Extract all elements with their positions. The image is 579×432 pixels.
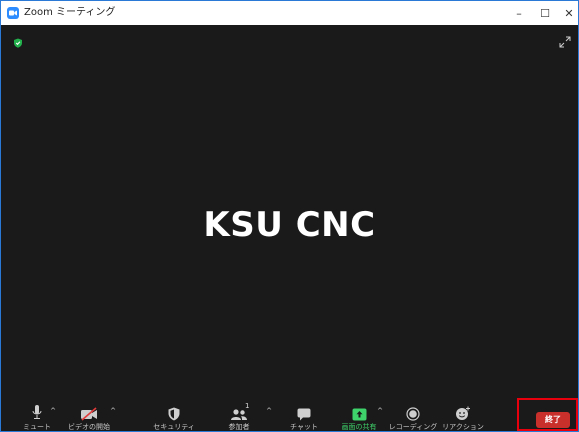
security-button[interactable]: セキュリティ — [153, 397, 195, 431]
share-screen-label: 画面の共有 — [341, 423, 377, 431]
video-area: KSU CNC — [1, 25, 578, 397]
chat-bubble-icon — [293, 404, 315, 421]
participants-options-caret[interactable]: ^ — [265, 407, 273, 415]
shield-check-icon[interactable] — [13, 33, 23, 48]
fullscreen-icon[interactable] — [559, 33, 571, 48]
start-video-label: ビデオの開始 — [68, 423, 110, 431]
reaction-button[interactable]: リアクション — [441, 397, 485, 431]
zoom-app-icon — [7, 7, 19, 19]
chat-button[interactable]: チャット — [287, 397, 321, 431]
participants-label: 参加者 — [228, 423, 250, 431]
meeting-toolbar: ミュート ^ ビデオの開始 ^ セキュリティ 1 参加者 ^ チャット 画面の共… — [1, 397, 578, 431]
maximize-button[interactable]: ☐ — [532, 1, 558, 25]
chat-label: チャット — [290, 423, 318, 431]
end-button-highlight: 終了 — [517, 398, 578, 431]
window-title: Zoom ミーティング — [24, 7, 116, 18]
record-label: レコーディング — [388, 423, 438, 431]
security-label: セキュリティ — [153, 423, 195, 431]
share-screen-button[interactable]: 画面の共有 — [339, 397, 379, 431]
share-options-caret[interactable]: ^ — [376, 407, 384, 415]
end-meeting-button[interactable]: 終了 — [536, 412, 570, 428]
share-screen-icon — [348, 404, 370, 421]
video-options-caret[interactable]: ^ — [109, 407, 117, 415]
reaction-label: リアクション — [442, 423, 484, 431]
zoom-window: Zoom ミーティング – ☐ ✕ KSU CNC ミュート ^ ビデオの開始 … — [0, 0, 579, 432]
participants-icon: 1 — [228, 402, 250, 421]
title-bar: Zoom ミーティング – ☐ ✕ — [1, 1, 578, 25]
reaction-icon — [452, 404, 474, 421]
mute-label: ミュート — [23, 423, 51, 431]
participants-button[interactable]: 1 参加者 — [223, 397, 255, 431]
participant-name: KSU CNC — [203, 205, 376, 245]
start-video-button[interactable]: ビデオの開始 — [67, 397, 111, 431]
record-button[interactable]: レコーディング — [389, 397, 437, 431]
security-shield-icon — [163, 404, 185, 421]
participants-count: 1 — [245, 402, 250, 410]
mute-options-caret[interactable]: ^ — [49, 407, 57, 415]
minimize-button[interactable]: – — [506, 1, 532, 25]
microphone-icon — [26, 404, 48, 421]
close-button[interactable]: ✕ — [556, 1, 579, 25]
record-icon — [402, 404, 424, 421]
video-off-icon — [78, 404, 100, 421]
